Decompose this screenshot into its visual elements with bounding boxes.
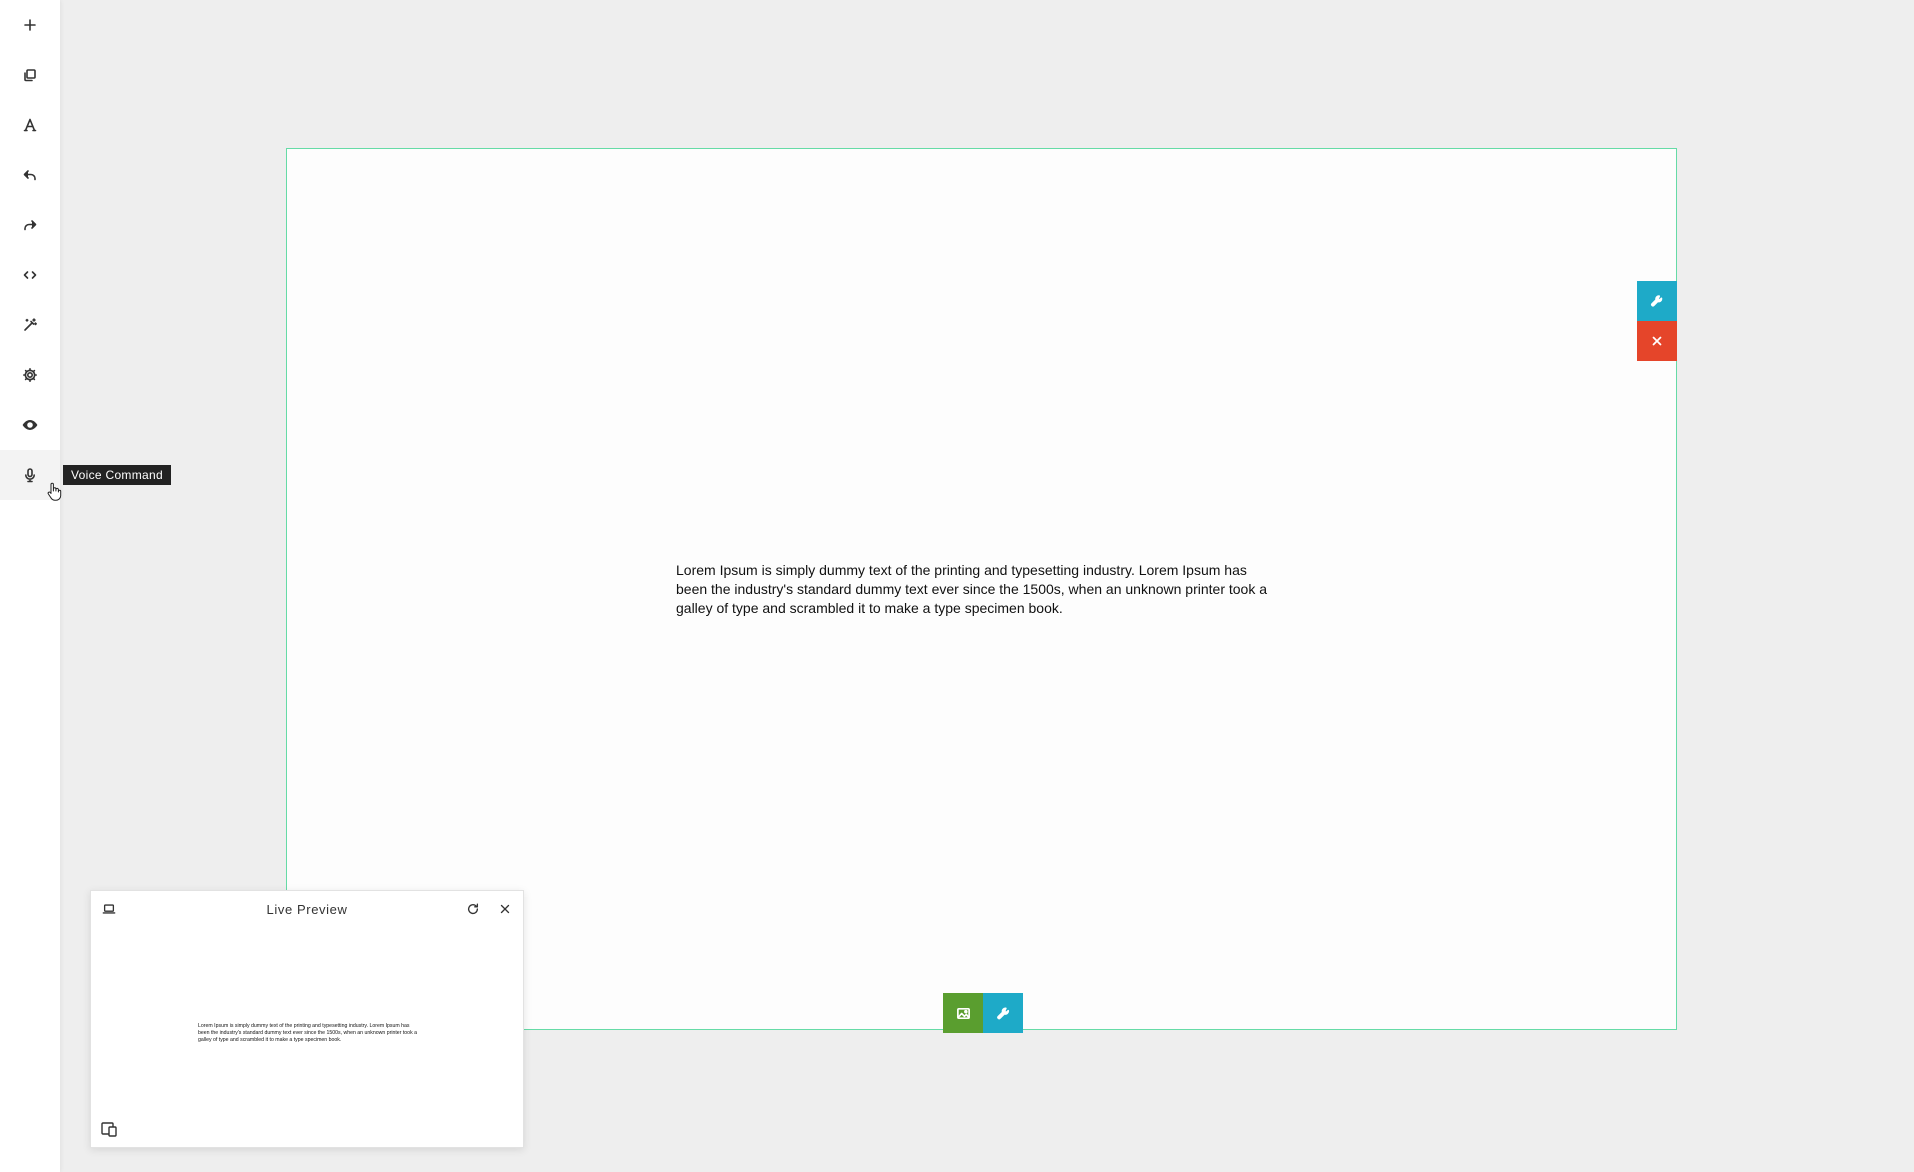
voice-command-tooltip: Voice Command bbox=[63, 465, 171, 485]
close-icon bbox=[1652, 336, 1662, 346]
live-preview-header: Live Preview bbox=[91, 891, 523, 927]
gear-icon bbox=[23, 368, 37, 382]
hand-cursor-icon bbox=[47, 482, 62, 501]
magic-button[interactable] bbox=[0, 300, 60, 350]
section-actions bbox=[1637, 281, 1677, 361]
block-actions bbox=[943, 993, 1023, 1033]
plus-icon bbox=[24, 19, 36, 31]
close-icon bbox=[500, 904, 510, 914]
refresh-preview-button[interactable] bbox=[465, 901, 481, 917]
redo-icon bbox=[24, 220, 37, 231]
code-icon bbox=[23, 271, 37, 279]
section-delete-button[interactable] bbox=[1637, 321, 1677, 361]
image-icon bbox=[956, 1007, 970, 1019]
magic-wand-icon bbox=[24, 318, 37, 331]
insert-image-button[interactable] bbox=[943, 993, 983, 1033]
layers-button[interactable] bbox=[0, 50, 60, 100]
settings-button[interactable] bbox=[0, 350, 60, 400]
wrench-icon bbox=[1651, 295, 1663, 307]
preview-button[interactable] bbox=[0, 400, 60, 450]
wrench-icon bbox=[996, 1006, 1009, 1019]
copy-icon bbox=[24, 69, 36, 82]
device-toggle-button[interactable] bbox=[99, 1119, 119, 1139]
code-button[interactable] bbox=[0, 250, 60, 300]
preview-text: Lorem Ipsum is simply dummy text of the … bbox=[198, 1023, 417, 1043]
live-preview-window: Live Preview Lorem Ipsum is simply dummy… bbox=[90, 890, 524, 1148]
font-icon bbox=[23, 118, 37, 132]
typography-button[interactable] bbox=[0, 100, 60, 150]
undo-icon bbox=[23, 170, 36, 181]
eye-icon bbox=[22, 420, 38, 430]
devices-icon bbox=[101, 1122, 117, 1137]
close-preview-button[interactable] bbox=[497, 901, 513, 917]
refresh-icon bbox=[467, 903, 479, 915]
section-settings-button[interactable] bbox=[1637, 281, 1677, 321]
block-settings-button[interactable] bbox=[983, 993, 1023, 1033]
redo-button[interactable] bbox=[0, 200, 60, 250]
microphone-icon bbox=[25, 468, 35, 483]
desktop-view-button[interactable] bbox=[101, 901, 117, 917]
laptop-icon bbox=[102, 904, 116, 914]
lorem-text-block[interactable]: Lorem Ipsum is simply dummy text of the … bbox=[676, 561, 1276, 618]
live-preview-title: Live Preview bbox=[266, 901, 348, 917]
left-toolbar bbox=[0, 0, 60, 1172]
undo-button[interactable] bbox=[0, 150, 60, 200]
add-button[interactable] bbox=[0, 0, 60, 50]
